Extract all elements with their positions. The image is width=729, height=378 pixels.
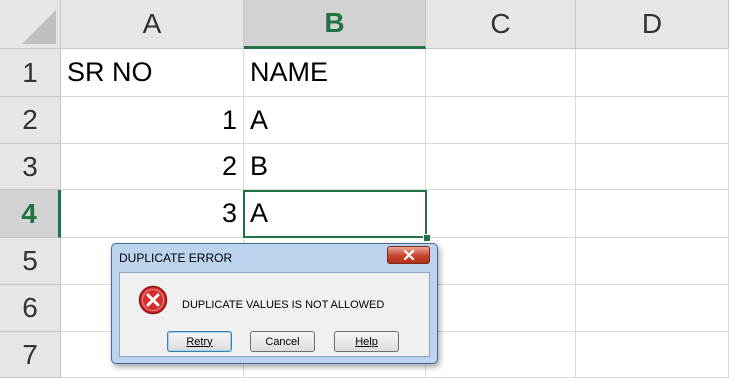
fill-handle[interactable] <box>423 234 431 242</box>
retry-button[interactable]: Retry <box>167 331 232 352</box>
cell-c6[interactable] <box>426 285 576 332</box>
cell-d5[interactable] <box>576 238 729 285</box>
help-button-label: Help <box>355 335 378 348</box>
cell-b4[interactable]: A <box>244 190 426 238</box>
dialog-titlebar[interactable]: DUPLICATE ERROR <box>112 244 437 271</box>
cell-d1[interactable] <box>576 49 729 97</box>
row-header-1[interactable]: 1 <box>0 49 61 97</box>
cell-a1[interactable]: SR NO <box>61 49 244 97</box>
cell-d7[interactable] <box>576 332 729 378</box>
cell-c1[interactable] <box>426 49 576 97</box>
row-header-3[interactable]: 3 <box>0 144 61 190</box>
cell-c3[interactable] <box>426 144 576 190</box>
row-header-2[interactable]: 2 <box>0 97 61 144</box>
retry-button-label: Retry <box>186 335 213 348</box>
cell-c5[interactable] <box>426 238 576 285</box>
cancel-button[interactable]: Cancel <box>250 331 315 352</box>
cell-d4[interactable] <box>576 190 729 238</box>
dialog-close-button[interactable] <box>387 246 430 264</box>
row-header-4[interactable]: 4 <box>0 190 61 238</box>
close-icon <box>403 250 414 260</box>
duplicate-error-dialog: DUPLICATE ERROR DUPLICATE VALUES IS NOT … <box>111 243 438 364</box>
help-button[interactable]: Help <box>334 331 399 352</box>
cell-b3[interactable]: B <box>244 144 426 190</box>
cell-a4[interactable]: 3 <box>61 190 244 238</box>
dialog-message: DUPLICATE VALUES IS NOT ALLOWED <box>182 299 385 311</box>
column-header-c[interactable]: C <box>426 0 576 49</box>
cell-c2[interactable] <box>426 97 576 144</box>
cell-b1[interactable]: NAME <box>244 49 426 97</box>
cancel-button-label: Cancel <box>265 335 300 348</box>
select-all-corner[interactable] <box>0 0 61 49</box>
column-header-b[interactable]: B <box>244 0 426 49</box>
cell-a2[interactable]: 1 <box>61 97 244 144</box>
row-header-6[interactable]: 6 <box>0 285 61 332</box>
column-header-d[interactable]: D <box>576 0 729 49</box>
cell-a3[interactable]: 2 <box>61 144 244 190</box>
cell-c7[interactable] <box>426 332 576 378</box>
cell-d6[interactable] <box>576 285 729 332</box>
dialog-title: DUPLICATE ERROR <box>119 251 233 265</box>
column-header-a[interactable]: A <box>61 0 244 49</box>
select-all-triangle-icon <box>22 10 56 44</box>
cell-c4[interactable] <box>426 190 576 238</box>
cell-d3[interactable] <box>576 144 729 190</box>
row-header-7[interactable]: 7 <box>0 332 61 378</box>
row-header-5[interactable]: 5 <box>0 238 61 285</box>
dialog-body: DUPLICATE VALUES IS NOT ALLOWED Retry Ca… <box>119 272 430 357</box>
error-icon <box>138 285 168 315</box>
cell-b2[interactable]: A <box>244 97 426 144</box>
cell-d2[interactable] <box>576 97 729 144</box>
